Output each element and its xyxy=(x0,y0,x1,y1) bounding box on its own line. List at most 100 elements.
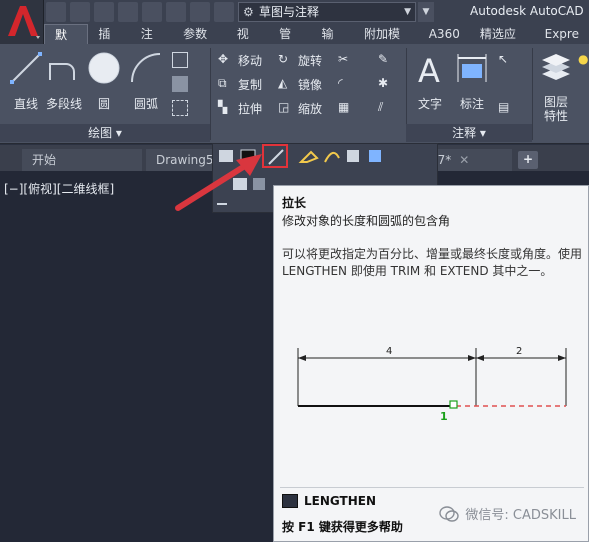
fillet-tool[interactable]: ◜ xyxy=(338,74,354,94)
ribbon-panel: 直线 多段线 圆 圆弧 绘图 ▾ ✥ 移动 ↻ 旋转 ⧉ 复制 ◭ 镜像 ▚ 拉伸 ◲ 缩放… xyxy=(0,44,589,144)
text-icon: A xyxy=(418,52,440,90)
arc-tool[interactable]: 圆弧 xyxy=(126,50,166,112)
table-icon: ▤ xyxy=(498,100,510,114)
open-file-icon[interactable] xyxy=(70,2,90,22)
boundary-tool[interactable] xyxy=(172,98,188,118)
pointer-arrow-icon xyxy=(175,154,262,211)
tooltip-body: 可以将更改指定为百分比、增量或最终长度或角度。使用 LENGTHEN 即使用 T… xyxy=(282,247,583,278)
tooltip-description: 修改对象的长度和圆弧的包含角 xyxy=(282,214,451,228)
viewport-label[interactable]: [−][俯视][二维线框] xyxy=(4,180,114,197)
copy-icon: ⧉ xyxy=(218,76,227,90)
svg-text:A: A xyxy=(418,52,440,86)
erase-tool[interactable]: ✎ xyxy=(378,50,394,70)
watermark: 微信号: CADSKILL xyxy=(439,504,576,523)
draw-panel-label[interactable]: 绘图 ▾ xyxy=(0,124,210,142)
tab-annotate[interactable]: 注释 xyxy=(131,24,173,61)
hatch-icon xyxy=(172,76,188,92)
mirror-icon: ◭ xyxy=(278,76,288,90)
tab-parametric[interactable]: 参数化 xyxy=(173,24,227,61)
chevron-down-icon: ▼ xyxy=(404,7,411,17)
trim-icon: ✂ xyxy=(338,52,349,66)
hatch-tool[interactable] xyxy=(172,74,188,94)
tooltip-divider xyxy=(280,487,584,488)
array-tool[interactable]: ▦ xyxy=(338,98,354,118)
dimension-tool[interactable]: 标注 xyxy=(452,50,492,112)
dimension-label-2: 2 xyxy=(516,346,522,357)
grip-point-label: 1 xyxy=(440,410,448,423)
workspace-selector[interactable]: ⚙ 草图与注释 ▼ xyxy=(238,2,416,22)
offset-tool[interactable]: ⫽ xyxy=(378,98,394,118)
lengthen-diagram: 4 2 1 xyxy=(297,346,567,423)
rotate-tool[interactable]: ↻ 旋转 xyxy=(278,50,322,70)
ribbon-tabs: 默认 插入 注释 参数化 视图 管理 输出 附加模块 A360 精选应用 Exp… xyxy=(44,24,589,62)
array-icon: ▦ xyxy=(338,100,350,114)
arc-icon xyxy=(131,53,161,83)
app-title: Autodesk AutoCAD xyxy=(470,4,584,18)
layer-properties-tool[interactable]: 图层 特性 xyxy=(536,50,576,123)
mirror-tool[interactable]: ◭ 镜像 xyxy=(278,74,322,94)
panel-divider xyxy=(532,48,533,140)
tooltip-help: 按 F1 键获得更多帮助 xyxy=(282,520,403,534)
annotation-panel-label[interactable]: 注释 ▾ xyxy=(406,124,532,142)
panel-divider xyxy=(210,48,211,140)
tab-view[interactable]: 视图 xyxy=(227,24,269,61)
explode-tool[interactable]: ✱ xyxy=(378,74,394,94)
layer-stack-icon xyxy=(542,54,570,80)
new-tab-button[interactable]: + xyxy=(518,151,538,169)
command-line-icon xyxy=(282,494,298,508)
circle-tool[interactable]: 圆 xyxy=(84,50,124,112)
stretch-tool[interactable]: ▚ 拉伸 xyxy=(218,98,262,118)
lightbulb-icon[interactable]: ● xyxy=(578,50,589,70)
copy-tool[interactable]: ⧉ 复制 xyxy=(218,74,262,94)
save-icon[interactable] xyxy=(94,2,114,22)
application-menu-button[interactable] xyxy=(0,0,44,44)
move-tool[interactable]: ✥ 移动 xyxy=(218,50,262,70)
trim-tool[interactable]: ✂ xyxy=(338,50,354,70)
tab-a360[interactable]: A360 xyxy=(419,24,470,44)
print-icon[interactable] xyxy=(142,2,162,22)
erase-icon: ✎ xyxy=(378,52,389,66)
polyline-tool[interactable]: 多段线 xyxy=(44,50,84,112)
leader-icon: ↖ xyxy=(498,52,509,66)
undo-icon[interactable] xyxy=(166,2,186,22)
gear-icon: ⚙ xyxy=(243,5,254,19)
customize-toolbar-button[interactable]: ▼ xyxy=(418,2,434,22)
share-icon[interactable] xyxy=(214,2,234,22)
new-file-icon[interactable] xyxy=(46,2,66,22)
tooltip-title: 拉长 xyxy=(282,196,307,210)
table-tool[interactable]: ▤ xyxy=(498,98,514,118)
rectangle-icon xyxy=(172,52,188,68)
quick-access-toolbar xyxy=(46,2,234,22)
redo-icon[interactable] xyxy=(190,2,210,22)
wechat-icon xyxy=(439,505,460,522)
tab-featured-apps[interactable]: 精选应用 xyxy=(470,24,535,61)
tab-start[interactable]: 开始 xyxy=(22,149,142,171)
line-icon xyxy=(10,52,42,84)
text-tool[interactable]: A 文字 xyxy=(412,50,448,112)
tab-express[interactable]: Expre xyxy=(535,24,589,44)
boundary-icon xyxy=(172,100,188,116)
rectangle-tool[interactable] xyxy=(172,50,188,70)
dimension-label-4: 4 xyxy=(386,346,392,357)
dimension-icon xyxy=(457,54,487,82)
scale-tool[interactable]: ◲ 缩放 xyxy=(278,98,322,118)
close-icon[interactable]: ✕ xyxy=(459,153,469,167)
polyline-icon xyxy=(49,63,75,80)
fillet-icon: ◜ xyxy=(338,76,343,90)
offset-icon: ⫽ xyxy=(378,100,384,114)
stretch-icon: ▚ xyxy=(218,100,228,114)
save-as-icon[interactable] xyxy=(118,2,138,22)
circle-icon xyxy=(88,52,120,84)
tooltip-command: LENGTHEN xyxy=(282,494,376,508)
line-tool[interactable]: 直线 xyxy=(6,50,46,112)
lengthen-tooltip: 拉长 修改对象的长度和圆弧的包含角 可以将更改指定为百分比、增量或最终长度或角度… xyxy=(273,185,589,542)
scale-icon: ◲ xyxy=(278,100,290,114)
tab-addins[interactable]: 附加模块 xyxy=(354,24,419,61)
tab-manage[interactable]: 管理 xyxy=(269,24,311,61)
leader-tool[interactable]: ↖ xyxy=(498,50,514,70)
tab-output[interactable]: 输出 xyxy=(312,24,354,61)
tab-default[interactable]: 默认 xyxy=(44,24,89,62)
tab-insert[interactable]: 插入 xyxy=(88,24,130,61)
autocad-logo-icon xyxy=(8,6,40,39)
move-icon: ✥ xyxy=(218,52,229,66)
